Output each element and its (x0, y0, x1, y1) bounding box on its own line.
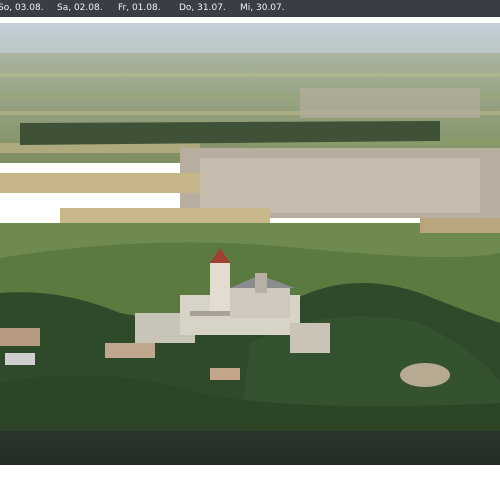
clearing (400, 363, 450, 387)
caption-bar (0, 431, 500, 465)
date-tab-bar: So, 03.08. Sa, 02.08. Fr, 01.08. Do, 31.… (0, 0, 500, 17)
tree-line (20, 121, 440, 145)
houses (0, 328, 40, 346)
date-tab-1[interactable]: Sa, 02.08. (57, 3, 103, 13)
bottom-spacer (0, 465, 500, 500)
webcam-image (0, 23, 500, 465)
field-band (0, 173, 200, 193)
date-tab-0[interactable]: So, 03.08. (0, 3, 44, 13)
date-tab-2[interactable]: Fr, 01.08. (118, 3, 161, 13)
date-tab-4[interactable]: Mi, 30.07. (240, 3, 285, 13)
field-band-2 (60, 208, 270, 223)
landscape-photo (0, 23, 500, 465)
date-tab-3[interactable]: Do, 31.07. (179, 3, 226, 13)
